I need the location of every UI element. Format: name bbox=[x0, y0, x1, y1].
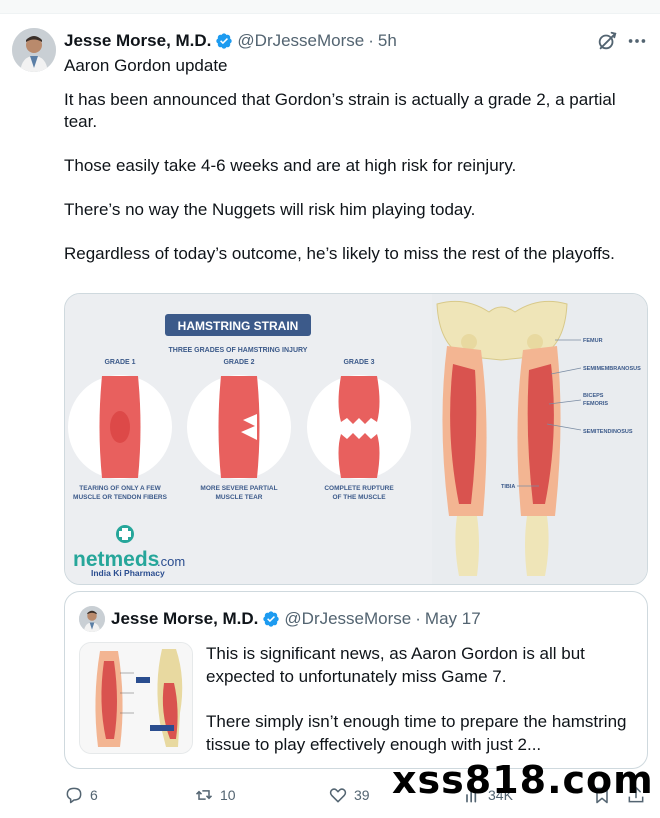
quoted-author-name[interactable]: Jesse Morse, M.D. bbox=[111, 609, 258, 629]
quoted-author-avatar[interactable] bbox=[79, 606, 105, 632]
tweet-paragraph: It has been announced that Gordon’s stra… bbox=[64, 90, 616, 131]
verified-badge-icon bbox=[263, 611, 280, 627]
grade-caption: OF THE MUSCLE bbox=[332, 494, 386, 501]
author-name[interactable]: Jesse Morse, M.D. bbox=[64, 31, 211, 51]
brand-tagline: India Ki Pharmacy bbox=[91, 568, 165, 578]
author-avatar[interactable] bbox=[12, 28, 56, 72]
grade-caption: MORE SEVERE PARTIAL bbox=[200, 485, 277, 492]
anatomy-label: FEMORIS bbox=[583, 401, 608, 407]
grade-caption: COMPLETE RUPTURE bbox=[324, 485, 394, 492]
hamstring-infographic: HAMSTRING STRAIN THREE GRADES OF HAMSTRI… bbox=[65, 294, 647, 584]
anatomy-label: SEMITENDINOSUS bbox=[583, 429, 633, 435]
quoted-avatar-photo bbox=[79, 606, 105, 632]
grade-caption: TEARING OF ONLY A FEW bbox=[79, 485, 161, 492]
top-divider bbox=[0, 0, 660, 14]
tweet-paragraph: Regardless of today’s outcome, he’s like… bbox=[64, 244, 615, 263]
like-count: 39 bbox=[354, 787, 370, 803]
quoted-author-handle[interactable]: @DrJesseMorse bbox=[284, 609, 411, 629]
separator-dot: · bbox=[415, 609, 421, 628]
verified-badge-icon bbox=[216, 33, 233, 49]
quoted-tweet-card[interactable]: Jesse Morse, M.D. @DrJesseMorse · May 17… bbox=[64, 591, 648, 769]
infographic-title: HAMSTRING STRAIN bbox=[178, 319, 299, 333]
anatomy-label: FEMUR bbox=[583, 338, 603, 344]
reply-count: 6 bbox=[90, 787, 98, 803]
quoted-paragraph: There simply isn’t enough time to prepar… bbox=[206, 712, 627, 754]
anatomy-label: TIBIA bbox=[501, 484, 515, 490]
repost-count: 10 bbox=[220, 787, 236, 803]
tweet-header: Jesse Morse, M.D. @DrJesseMorse · 5h bbox=[64, 30, 584, 52]
quoted-tweet-text: This is significant news, as Aaron Gordo… bbox=[206, 642, 636, 768]
avatar-photo bbox=[12, 28, 56, 72]
quoted-media-thumbnail[interactable] bbox=[79, 642, 193, 754]
tweet-paragraph: Those easily take 4-6 weeks and are at h… bbox=[64, 156, 517, 175]
tweet-text: Aaron Gordon update It has been announce… bbox=[64, 55, 644, 287]
quoted-tweet-date[interactable]: May 17 bbox=[425, 609, 481, 629]
tweet-paragraph: There’s no way the Nuggets will risk him… bbox=[64, 200, 476, 219]
tweet-timestamp[interactable]: 5h bbox=[378, 31, 397, 51]
tweet-media-image[interactable]: HAMSTRING STRAIN THREE GRADES OF HAMSTRI… bbox=[64, 293, 648, 585]
brand-suffix: .com bbox=[157, 554, 185, 569]
quoted-paragraph: This is significant news, as Aaron Gordo… bbox=[206, 644, 585, 686]
grade-caption: MUSCLE OR TENDON FIBERS bbox=[73, 494, 168, 501]
infographic-subtitle: THREE GRADES OF HAMSTRING INJURY bbox=[169, 347, 308, 354]
grade-label: GRADE 3 bbox=[343, 359, 374, 366]
anatomy-label: BICEPS bbox=[583, 393, 604, 399]
quoted-tweet-header: Jesse Morse, M.D. @DrJesseMorse · May 17 bbox=[111, 608, 481, 630]
more-options-icon[interactable] bbox=[626, 30, 648, 52]
author-handle[interactable]: @DrJesseMorse bbox=[237, 31, 364, 51]
grok-icon[interactable] bbox=[596, 30, 618, 52]
grade-label: GRADE 2 bbox=[223, 359, 254, 366]
repost-button[interactable]: 10 bbox=[194, 782, 236, 808]
watermark: xss818.com bbox=[392, 758, 654, 802]
separator-dot: · bbox=[368, 31, 374, 50]
heart-icon bbox=[329, 788, 347, 803]
repost-icon bbox=[195, 790, 213, 800]
anatomy-thumbnail-image bbox=[80, 643, 192, 753]
grade-caption: MUSCLE TEAR bbox=[216, 494, 263, 501]
reply-icon bbox=[66, 787, 82, 804]
tweet-paragraph: Aaron Gordon update bbox=[64, 56, 228, 75]
grade-label: GRADE 1 bbox=[104, 359, 135, 366]
reply-button[interactable]: 6 bbox=[64, 782, 98, 808]
anatomy-label: SEMIMEMBRANOSUS bbox=[583, 366, 641, 372]
like-button[interactable]: 39 bbox=[328, 782, 370, 808]
